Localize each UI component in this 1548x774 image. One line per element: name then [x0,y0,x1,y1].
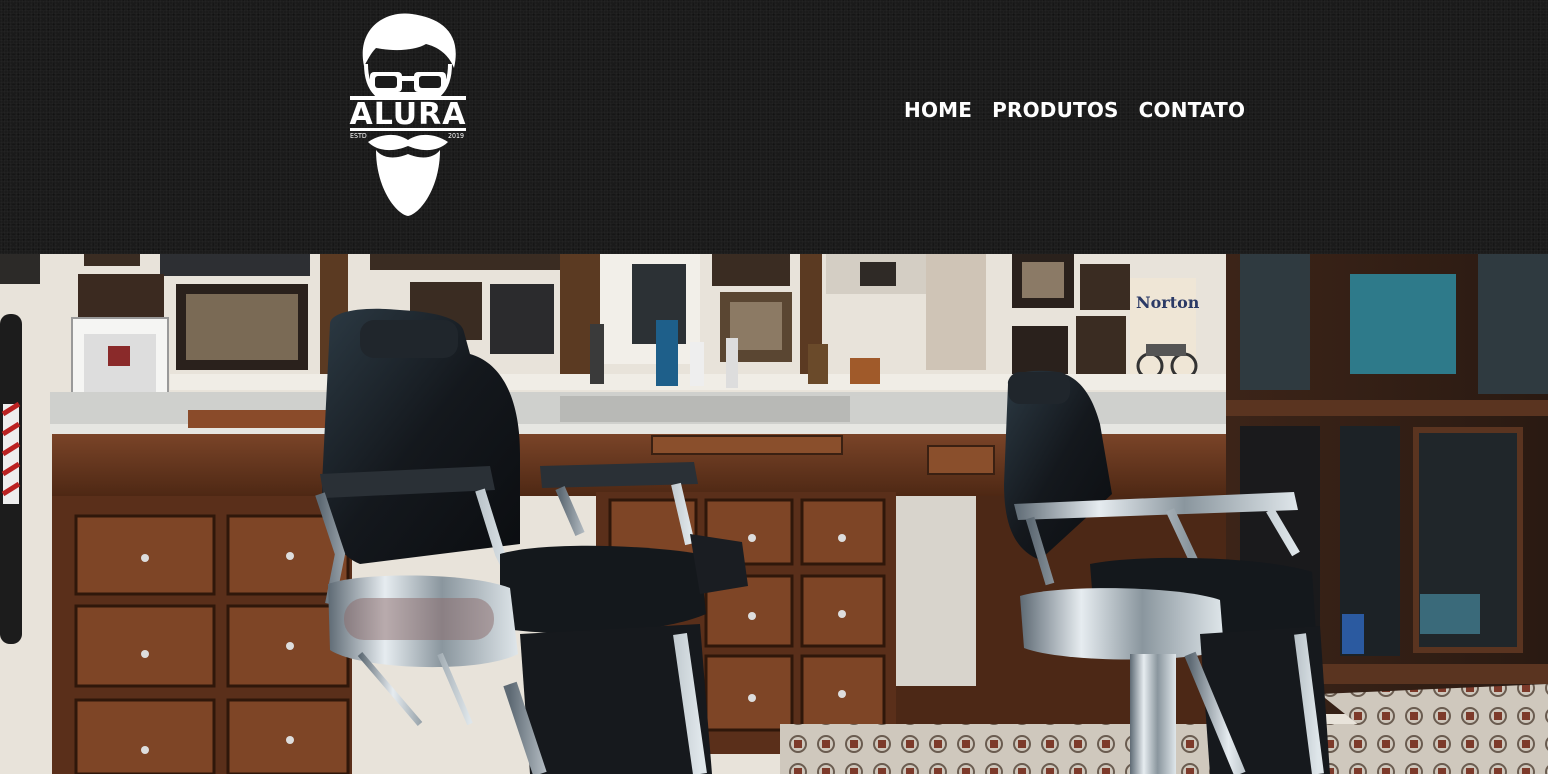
nav-home[interactable]: HOME [904,96,972,124]
norton-poster-text: Norton [1136,293,1200,312]
site-header: ALURA ESTD 2019 HOME PRODUTOS CONTATO [0,0,1548,254]
barbershop-image: Norton [0,254,1548,774]
hero-banner: Norton [0,254,1548,774]
main-nav: HOME PRODUTOS CONTATO [904,96,1245,124]
nav-contato[interactable]: CONTATO [1139,96,1245,124]
logo-link[interactable]: ALURA ESTD 2019 [346,8,470,218]
nav-produtos[interactable]: PRODUTOS [992,96,1119,124]
drawers-left [74,514,350,774]
logo-brand-text: ALURA [349,97,467,132]
logo-est-label: ESTD [350,132,367,140]
logo-est-year: 2019 [448,132,465,140]
